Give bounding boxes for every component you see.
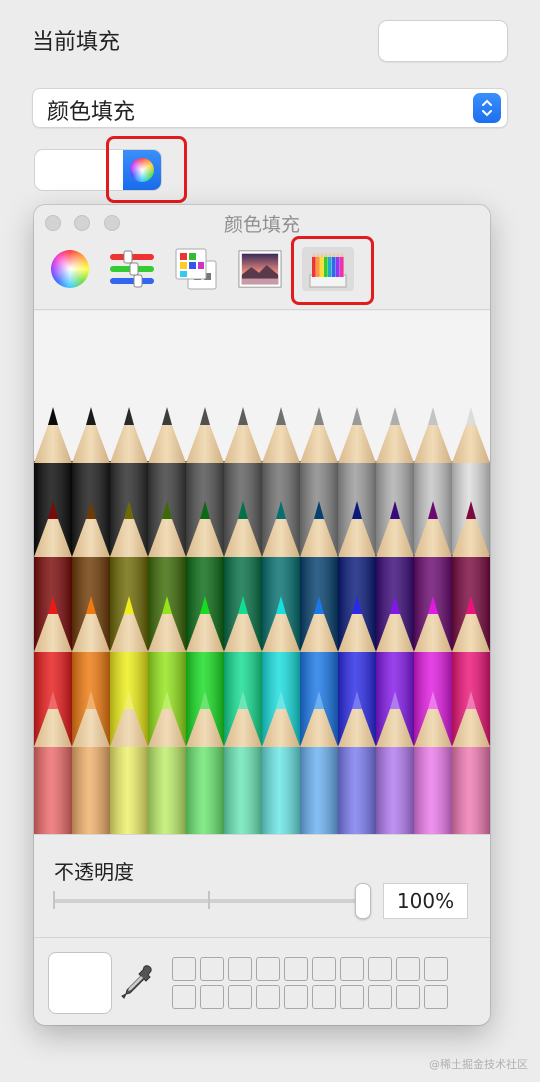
swatch-slot[interactable]	[284, 985, 308, 1009]
swatch-slot[interactable]	[396, 957, 420, 981]
fill-type-value: 颜色填充	[47, 100, 136, 125]
pencils-picker[interactable]	[34, 311, 490, 834]
image-palettes-icon	[238, 250, 282, 288]
swatch-slot[interactable]	[172, 957, 196, 981]
swatch-slot[interactable]	[228, 985, 252, 1009]
color-sliders-icon	[110, 250, 154, 288]
swatch-slot[interactable]	[340, 957, 364, 981]
color-panel-window: 颜色填充 不透明度 100%	[34, 205, 490, 1025]
swatch-slot[interactable]	[368, 985, 392, 1009]
color-wheel-icon	[51, 250, 89, 288]
swatch-slot[interactable]	[396, 985, 420, 1009]
slider-tick	[208, 891, 210, 909]
tab-color-sliders[interactable]	[110, 247, 154, 291]
fill-type-popup[interactable]: 颜色填充	[32, 88, 508, 128]
popup-chevron-icon	[473, 93, 501, 123]
annotation-highlight	[106, 136, 187, 203]
opacity-slider-thumb[interactable]	[355, 883, 371, 919]
toolbar-divider	[34, 309, 490, 310]
swatch-slot[interactable]	[312, 985, 336, 1009]
swatch-slot[interactable]	[340, 985, 364, 1009]
pencils-grid[interactable]	[34, 311, 490, 834]
panel-title: 颜色填充	[223, 214, 300, 236]
swatch-slot[interactable]	[200, 985, 224, 1009]
eyedropper-icon	[121, 965, 152, 999]
swatch-slot[interactable]	[172, 985, 196, 1009]
opacity-field[interactable]: 100%	[383, 883, 468, 919]
swatch-slot[interactable]	[284, 957, 308, 981]
swatch-slot[interactable]	[256, 957, 280, 981]
bottom-divider	[34, 937, 490, 938]
swatch-slot[interactable]	[424, 985, 448, 1009]
titlebar[interactable]: 颜色填充	[34, 205, 490, 239]
watermark: @稀土掘金技术社区	[429, 1058, 528, 1071]
swatch-slot[interactable]	[424, 957, 448, 981]
swatch-slot[interactable]	[200, 957, 224, 981]
current-fill-label: 当前填充	[32, 30, 121, 55]
swatch-slot[interactable]	[312, 957, 336, 981]
pencils-divider	[34, 834, 490, 835]
tab-image-palettes[interactable]	[238, 247, 282, 291]
tab-color-palettes[interactable]	[174, 247, 218, 291]
current-fill-swatch[interactable]	[378, 20, 508, 62]
swatch-slot[interactable]	[228, 957, 252, 981]
eyedropper-button[interactable]	[120, 963, 156, 1003]
swatch-grid[interactable]	[172, 957, 448, 1009]
tab-color-wheel[interactable]	[48, 247, 92, 291]
slider-tick	[53, 891, 55, 909]
color-palettes-icon	[175, 248, 217, 290]
opacity-label: 不透明度	[54, 860, 134, 884]
current-color-swatch[interactable]	[48, 952, 112, 1014]
annotation-highlight	[291, 236, 374, 305]
swatch-slot[interactable]	[368, 957, 392, 981]
swatch-slot[interactable]	[256, 985, 280, 1009]
